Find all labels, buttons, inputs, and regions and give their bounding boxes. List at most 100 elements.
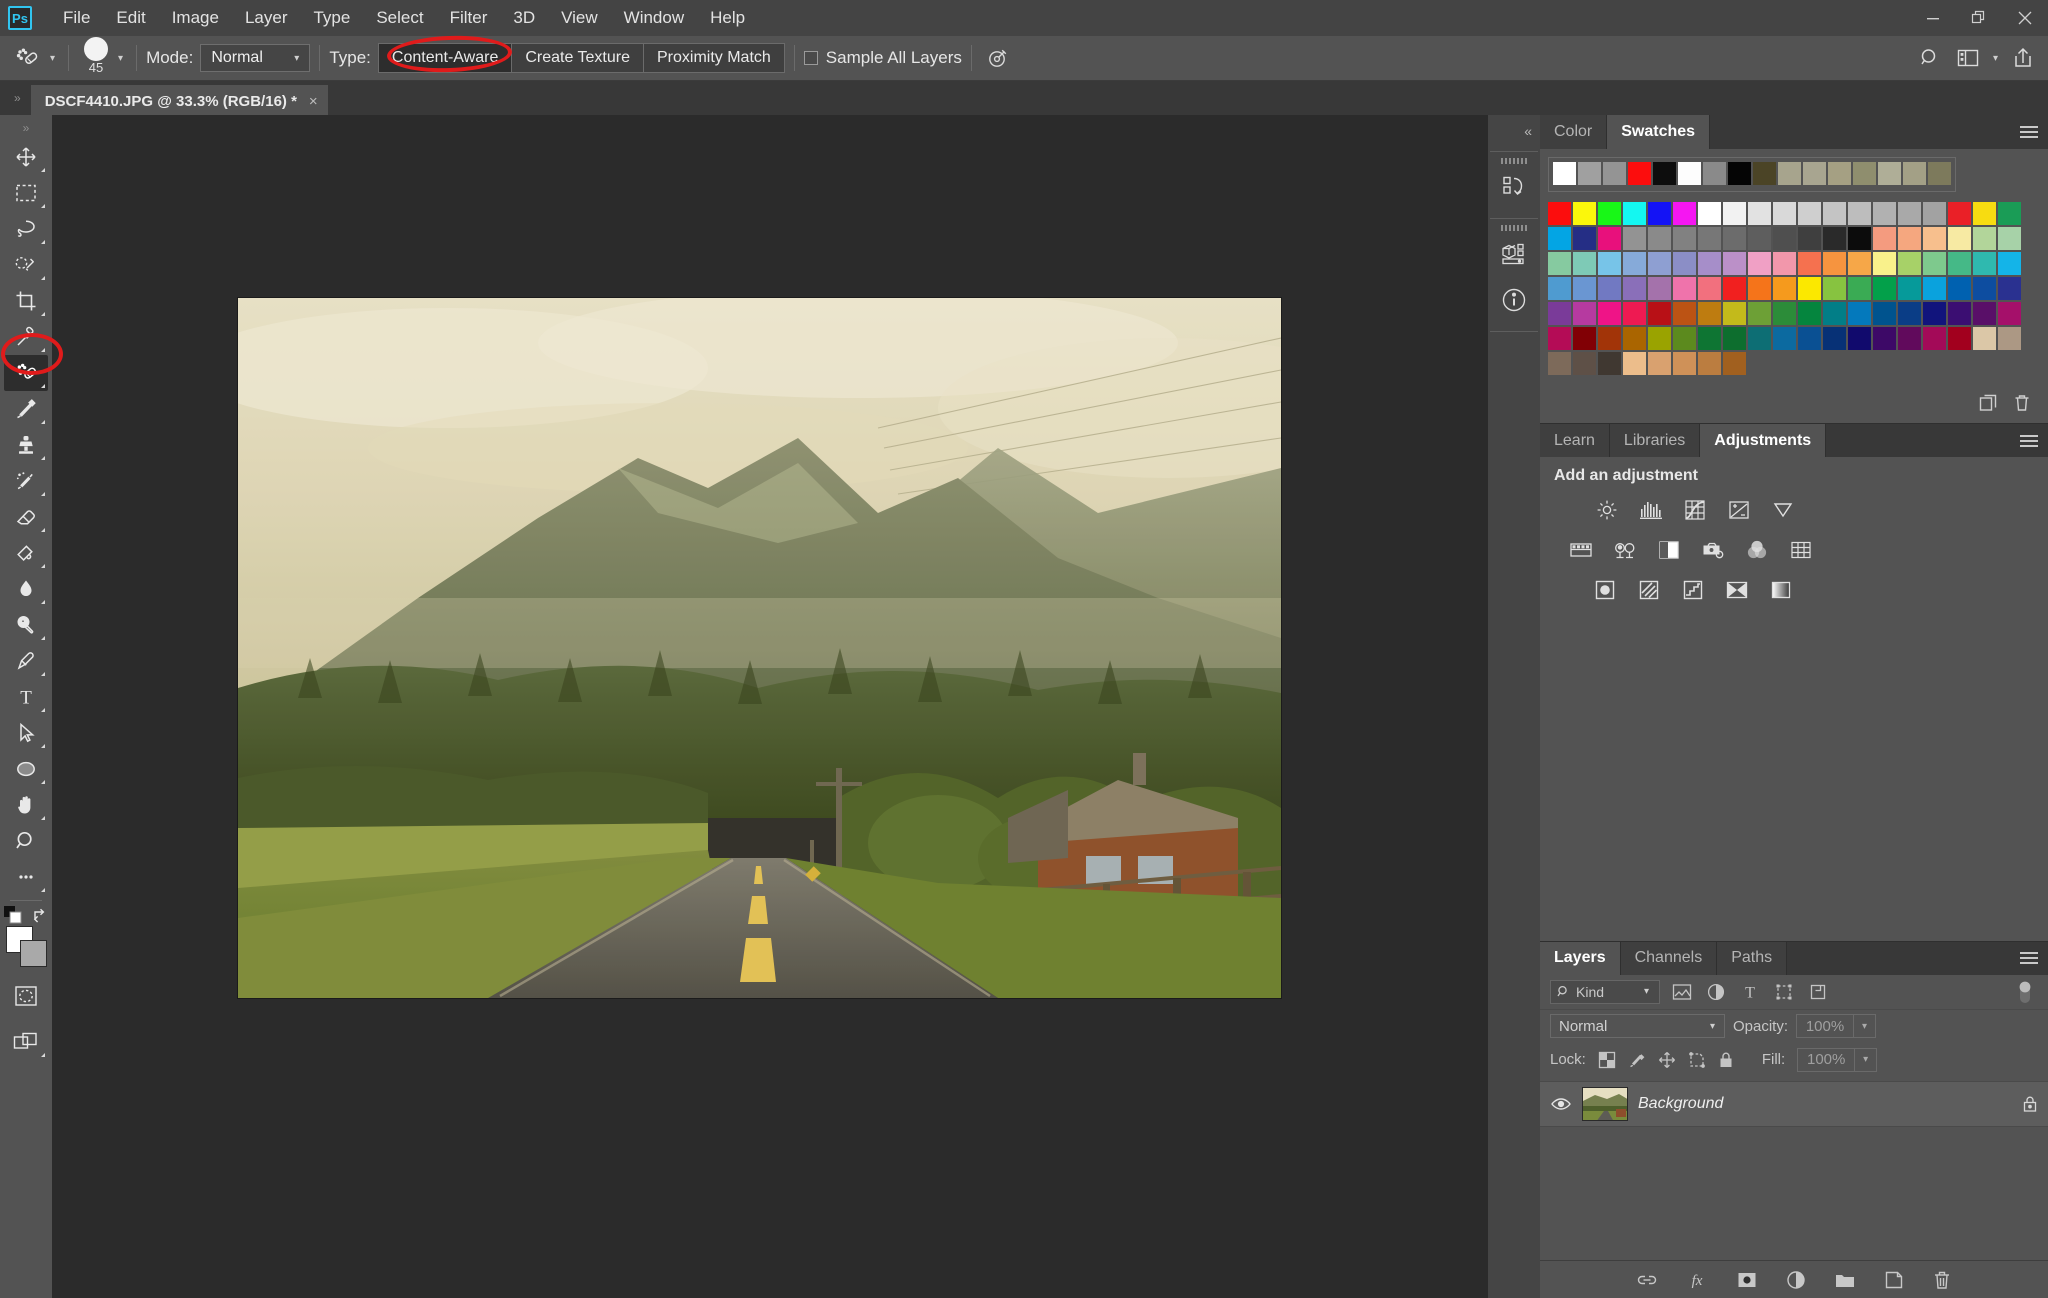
opacity-chevron-down-icon[interactable]: ▾ <box>1854 1014 1877 1038</box>
color-swatch[interactable] <box>1798 302 1821 325</box>
color-swatch[interactable] <box>1873 327 1896 350</box>
color-swatch[interactable] <box>1623 277 1646 300</box>
color-swatch[interactable] <box>1798 327 1821 350</box>
color-swatch[interactable] <box>1998 252 2021 275</box>
toolbar-grip[interactable]: » <box>23 121 30 135</box>
sample-all-layers-row[interactable]: Sample All Layers <box>803 48 962 68</box>
lock-transparent-pixels-icon[interactable] <box>1598 1051 1616 1069</box>
collapse-panels-icon[interactable]: « <box>1524 123 1540 139</box>
filter-adjustment-icon[interactable] <box>1704 980 1728 1004</box>
restore-button[interactable] <box>1956 0 2002 36</box>
color-swatch[interactable] <box>1723 202 1746 225</box>
new-swatch-icon[interactable] <box>1978 393 1998 413</box>
color-swatch[interactable] <box>1598 327 1621 350</box>
screen-mode-button[interactable] <box>4 1024 48 1060</box>
recent-swatch[interactable] <box>1803 162 1826 185</box>
recent-swatch[interactable] <box>1628 162 1651 185</box>
color-swatch[interactable] <box>1873 202 1896 225</box>
tab-learn[interactable]: Learn <box>1540 424 1610 457</box>
layer-filter-kind-select[interactable]: Kind ▾ <box>1550 979 1660 1004</box>
pressure-for-size-icon[interactable] <box>981 42 1015 74</box>
blur-tool[interactable] <box>4 571 48 607</box>
black-white-icon[interactable] <box>1656 537 1682 563</box>
gradient-tool[interactable] <box>4 535 48 571</box>
invert-icon[interactable] <box>1592 577 1618 603</box>
tab-libraries[interactable]: Libraries <box>1609 424 1701 457</box>
color-swatch[interactable] <box>1998 277 2021 300</box>
gradient-map-icon[interactable] <box>1768 577 1794 603</box>
tab-color[interactable]: Color <box>1540 115 1608 149</box>
minimize-button[interactable] <box>1910 0 1956 36</box>
color-swatch[interactable] <box>1798 202 1821 225</box>
tab-adjustments[interactable]: Adjustments <box>1700 424 1827 457</box>
color-swatch[interactable] <box>1973 302 1996 325</box>
opacity-value[interactable]: 100% <box>1796 1014 1855 1038</box>
dock-grip-2[interactable] <box>1501 225 1527 231</box>
color-swatch[interactable] <box>1898 277 1921 300</box>
color-swatch[interactable] <box>1923 252 1946 275</box>
color-swatch[interactable] <box>1623 352 1646 375</box>
tab-layers[interactable]: Layers <box>1540 941 1621 975</box>
menu-type[interactable]: Type <box>300 4 363 32</box>
add-layer-mask-icon[interactable] <box>1736 1271 1758 1289</box>
color-swatch[interactable] <box>1748 327 1771 350</box>
close-icon[interactable]: × <box>309 93 318 110</box>
color-swatch[interactable] <box>1948 227 1971 250</box>
path-selection-tool[interactable] <box>4 715 48 751</box>
recent-swatch[interactable] <box>1653 162 1676 185</box>
hue-saturation-icon[interactable] <box>1568 537 1594 563</box>
brush-preset-picker[interactable]: 45 <box>78 37 114 75</box>
color-swatch[interactable] <box>1648 352 1671 375</box>
color-swatch[interactable] <box>1698 302 1721 325</box>
levels-icon[interactable] <box>1638 497 1664 523</box>
filter-type-icon[interactable]: T <box>1738 980 1762 1004</box>
ellipse-tool[interactable] <box>4 751 48 787</box>
color-swatch[interactable] <box>1698 352 1721 375</box>
tab-channels[interactable]: Channels <box>1620 941 1718 975</box>
tab-swatches[interactable]: Swatches <box>1607 115 1711 149</box>
object-selection-tool[interactable] <box>4 247 48 283</box>
color-swatch[interactable] <box>1598 252 1621 275</box>
new-adjustment-layer-icon[interactable] <box>1786 1270 1806 1290</box>
color-swatch[interactable] <box>1823 202 1846 225</box>
menu-file[interactable]: File <box>50 4 103 32</box>
color-swatch[interactable] <box>1948 302 1971 325</box>
color-swatch[interactable] <box>1573 302 1596 325</box>
new-group-icon[interactable] <box>1834 1271 1856 1289</box>
tool-preset-picker[interactable]: ▾ <box>10 43 59 73</box>
color-swatch[interactable] <box>1898 202 1921 225</box>
color-swatch[interactable] <box>1748 202 1771 225</box>
menu-select[interactable]: Select <box>363 4 436 32</box>
color-swatch[interactable] <box>1698 277 1721 300</box>
filter-shape-icon[interactable] <box>1772 980 1796 1004</box>
layer-fx-icon[interactable]: fx <box>1686 1271 1708 1289</box>
recent-swatch[interactable] <box>1728 162 1751 185</box>
color-swatch[interactable] <box>1898 252 1921 275</box>
color-swatch[interactable] <box>1798 277 1821 300</box>
exposure-icon[interactable] <box>1726 497 1752 523</box>
type-tool[interactable]: T <box>4 679 48 715</box>
color-swatch[interactable] <box>1673 327 1696 350</box>
crop-tool[interactable] <box>4 283 48 319</box>
workspace-icon[interactable] <box>1951 42 1985 74</box>
fill-chevron-down-icon[interactable]: ▾ <box>1855 1047 1878 1072</box>
history-icon[interactable] <box>1493 166 1535 208</box>
color-swatch[interactable] <box>1573 327 1596 350</box>
tool-preset-chevron-down-icon[interactable]: ▾ <box>46 53 59 64</box>
color-swatch[interactable] <box>1748 302 1771 325</box>
vibrance-icon[interactable] <box>1770 497 1796 523</box>
recent-swatch[interactable] <box>1603 162 1626 185</box>
color-swatch[interactable] <box>1798 252 1821 275</box>
table-row[interactable]: Background <box>1540 1080 2048 1127</box>
color-swatch[interactable] <box>1748 252 1771 275</box>
color-swatch[interactable] <box>1773 227 1796 250</box>
layer-blend-mode-select[interactable]: Normal ▾ <box>1550 1014 1725 1038</box>
color-swatch[interactable] <box>1823 302 1846 325</box>
recent-swatch[interactable] <box>1553 162 1576 185</box>
recent-swatch[interactable] <box>1878 162 1901 185</box>
curves-icon[interactable] <box>1682 497 1708 523</box>
history-brush-tool[interactable] <box>4 463 48 499</box>
color-swatch[interactable] <box>1548 277 1571 300</box>
menu-edit[interactable]: Edit <box>103 4 158 32</box>
color-swatch[interactable] <box>1698 227 1721 250</box>
